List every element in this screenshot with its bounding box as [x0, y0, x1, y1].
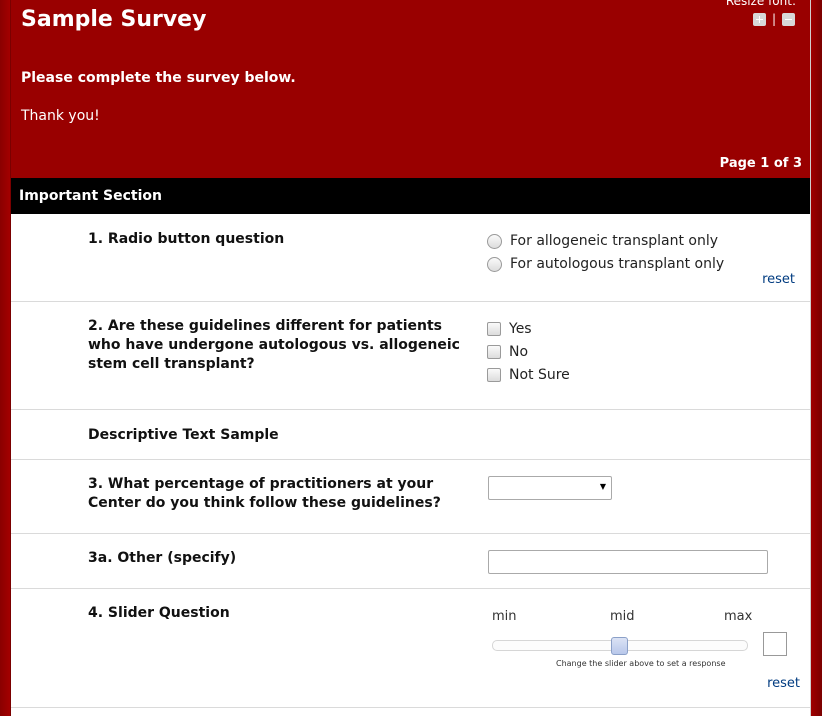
checkbox-option-label: Not Sure — [509, 367, 570, 383]
section-title: Important Section — [19, 188, 162, 204]
slider-hint: Change the slider above to set a respons… — [556, 659, 726, 668]
question-label-q3a: 3a. Other (specify) — [88, 550, 237, 566]
other-specify-input[interactable] — [488, 550, 768, 574]
right-background-border — [810, 0, 822, 716]
checkbox[interactable] — [487, 345, 501, 359]
descriptive-text: Descriptive Text Sample — [88, 427, 279, 443]
checkbox[interactable] — [487, 322, 501, 336]
percentage-dropdown[interactable]: ▼ — [488, 476, 612, 500]
radio-option-label: For autologous transplant only — [510, 256, 725, 272]
question-label-q2: 2. Are these guidelines different for pa… — [88, 318, 460, 372]
question-label-q1: 1. Radio button question — [88, 231, 285, 247]
resize-separator: | — [771, 12, 776, 26]
question-row-q3: 3. What percentage of practitioners at y… — [11, 460, 810, 534]
radio-option-autologous[interactable]: For autologous transplant only — [487, 256, 724, 272]
resize-font-controls: | — [752, 12, 795, 26]
radio-button[interactable] — [487, 256, 502, 272]
radio-option-label: For allogeneic transplant only — [510, 233, 719, 249]
slider-mid-label: mid — [610, 609, 635, 624]
next-question-row — [11, 708, 810, 716]
question-row-q2: 2. Are these guidelines different for pa… — [11, 302, 810, 410]
checkbox-option-not-sure[interactable]: Not Sure — [487, 367, 570, 383]
question-row-q1: 1. Radio button question For allogeneic … — [11, 214, 810, 302]
question-row-q3a: 3a. Other (specify) — [11, 534, 810, 589]
checkbox-option-label: No — [509, 344, 529, 360]
question-row-q4: 4. Slider Question min mid max Change th… — [11, 589, 810, 708]
checkbox-option-label: Yes — [509, 321, 532, 337]
reset-link-q4[interactable]: reset — [767, 676, 800, 691]
slider-min-label: min — [492, 609, 517, 624]
increase-font-icon[interactable] — [752, 12, 766, 26]
slider-handle[interactable] — [610, 637, 628, 655]
survey-instructions: Please complete the survey below. — [21, 70, 296, 86]
descriptive-text-row: Descriptive Text Sample — [11, 410, 810, 460]
checkbox[interactable] — [487, 368, 501, 382]
resize-font-label: Resize font: — [725, 0, 796, 8]
checkbox-option-no[interactable]: No — [487, 344, 528, 360]
checkbox-option-yes[interactable]: Yes — [487, 321, 532, 337]
survey-header: Sample Survey Resize font: | Please comp… — [11, 0, 810, 178]
section-header: Important Section — [11, 178, 810, 214]
dropdown-arrow-icon: ▼ — [599, 482, 606, 491]
reset-link-q1[interactable]: reset — [762, 272, 795, 287]
left-background-border — [0, 0, 10, 716]
survey-title: Sample Survey — [21, 7, 207, 32]
decrease-font-icon[interactable] — [782, 12, 795, 26]
question-label-q3: 3. What percentage of practitioners at y… — [88, 476, 441, 511]
thank-you-text: Thank you! — [21, 108, 100, 124]
page-indicator: Page 1 of 3 — [719, 156, 802, 171]
question-label-q4: 4. Slider Question — [88, 605, 230, 621]
slider-max-label: max — [724, 609, 753, 624]
radio-option-allogeneic[interactable]: For allogeneic transplant only — [487, 233, 718, 249]
survey-page: Sample Survey Resize font: | Please comp… — [10, 0, 811, 716]
radio-button[interactable] — [487, 233, 502, 249]
slider-value-box[interactable] — [763, 632, 787, 656]
